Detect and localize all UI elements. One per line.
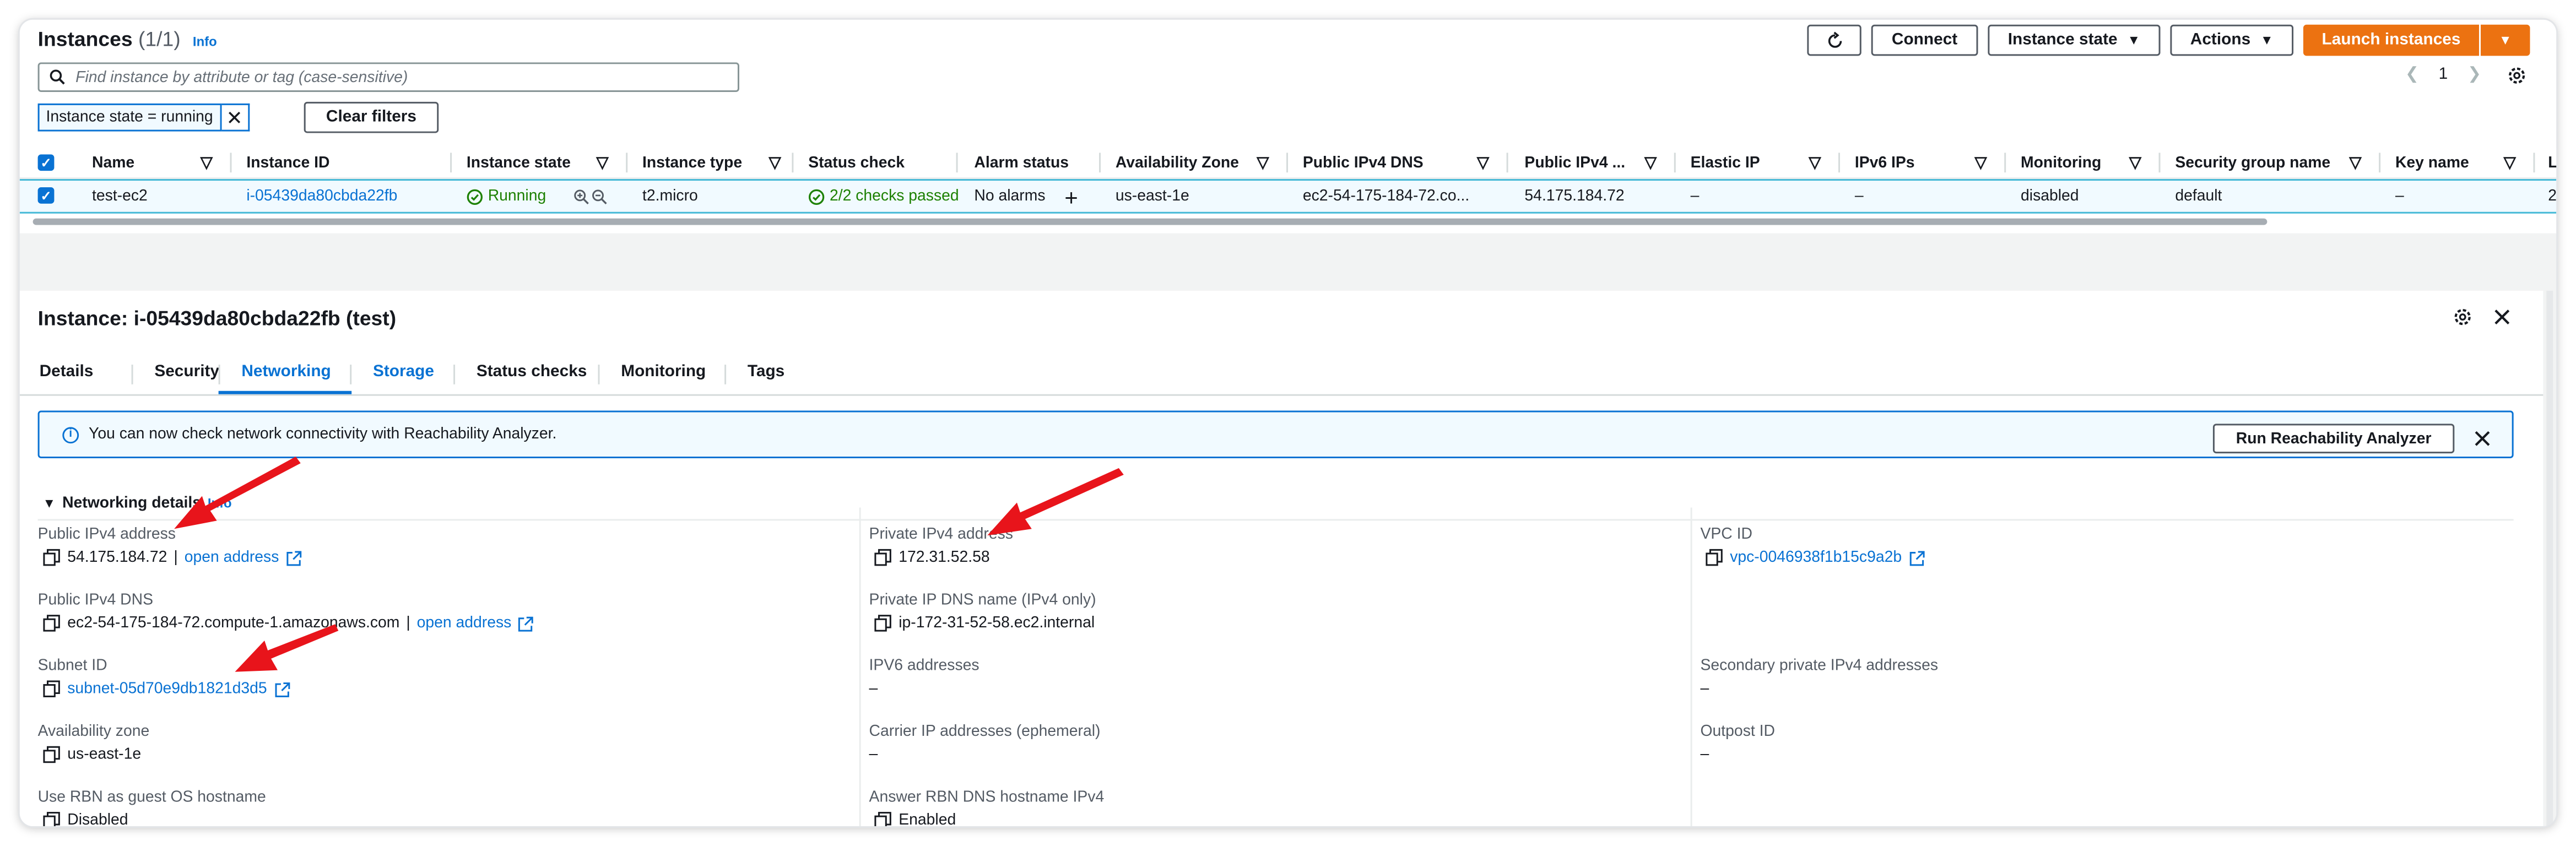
red-arrow-icon (174, 457, 301, 529)
annotation-arrows-overlay (174, 457, 1124, 672)
red-arrow-icon (987, 468, 1124, 536)
ec2-console-card: Instances (1/1) Info Connect Instance st… (19, 19, 2557, 827)
red-arrow-icon (235, 624, 339, 672)
